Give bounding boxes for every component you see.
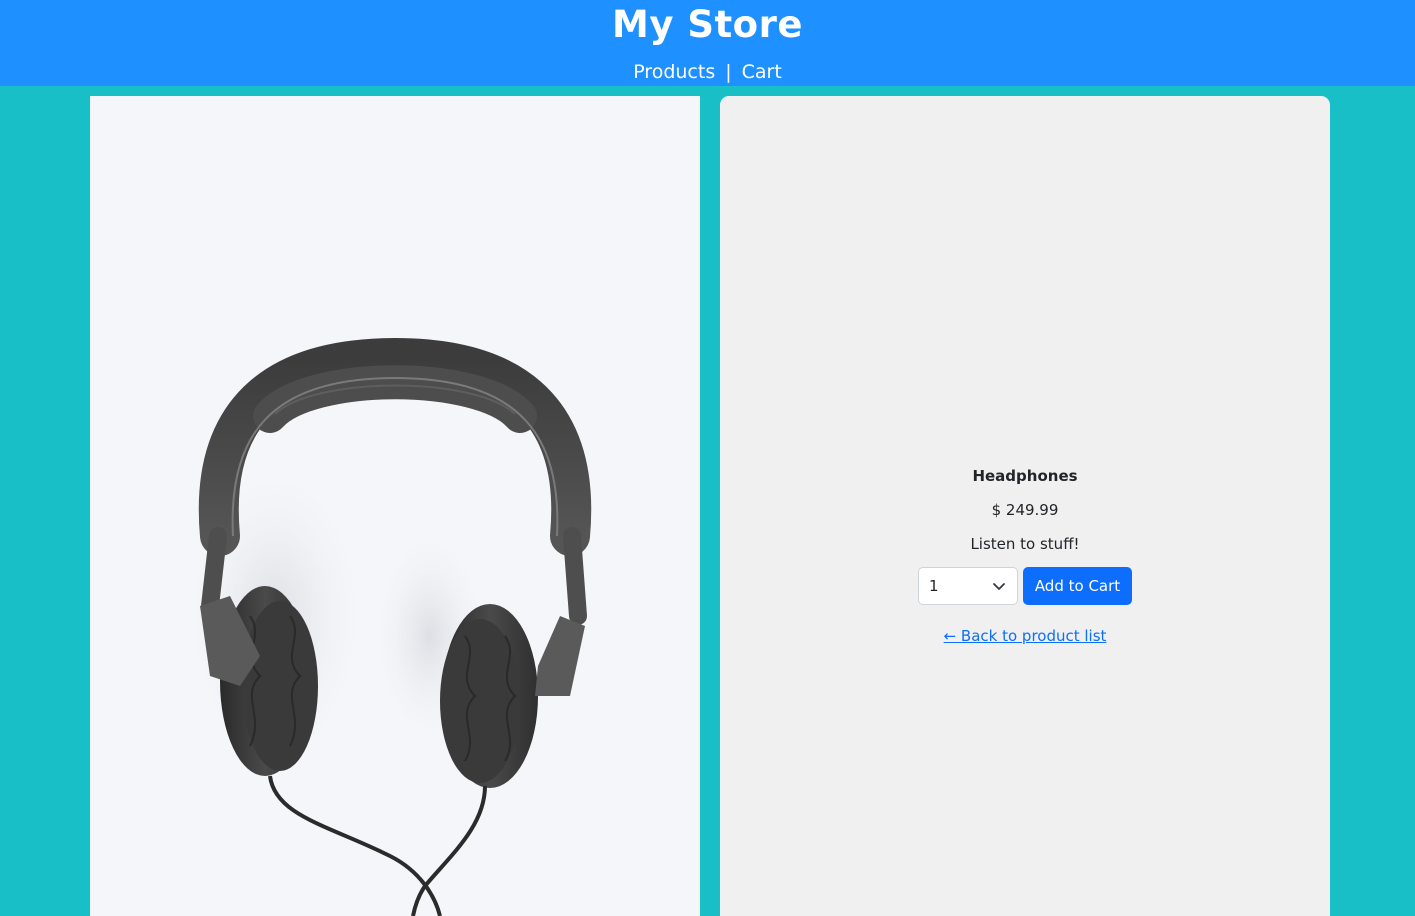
add-to-cart-button[interactable]: Add to Cart xyxy=(1023,567,1132,605)
back-link-container: ← Back to product list xyxy=(720,626,1330,646)
product-price: $ 249.99 xyxy=(991,501,1059,519)
main-nav: Products | Cart xyxy=(0,59,1415,85)
chevron-down-icon xyxy=(993,583,1005,590)
nav-products-link[interactable]: Products xyxy=(633,61,715,83)
product-description: Listen to stuff! xyxy=(970,535,1080,553)
product-name: Headphones xyxy=(972,467,1078,485)
back-to-product-list-link[interactable]: ← Back to product list xyxy=(944,627,1107,645)
nav-cart-link[interactable]: Cart xyxy=(742,61,782,83)
quantity-select[interactable]: 1 xyxy=(918,567,1018,605)
product-image-panel xyxy=(90,96,700,916)
quantity-value: 1 xyxy=(929,577,939,595)
nav-separator: | xyxy=(725,61,732,83)
site-header: My Store Products | Cart xyxy=(0,0,1415,86)
store-title: My Store xyxy=(612,3,803,46)
product-details-panel: Headphones $ 249.99 Listen to stuff! 1 A… xyxy=(720,96,1330,916)
headphones-image xyxy=(180,337,592,916)
